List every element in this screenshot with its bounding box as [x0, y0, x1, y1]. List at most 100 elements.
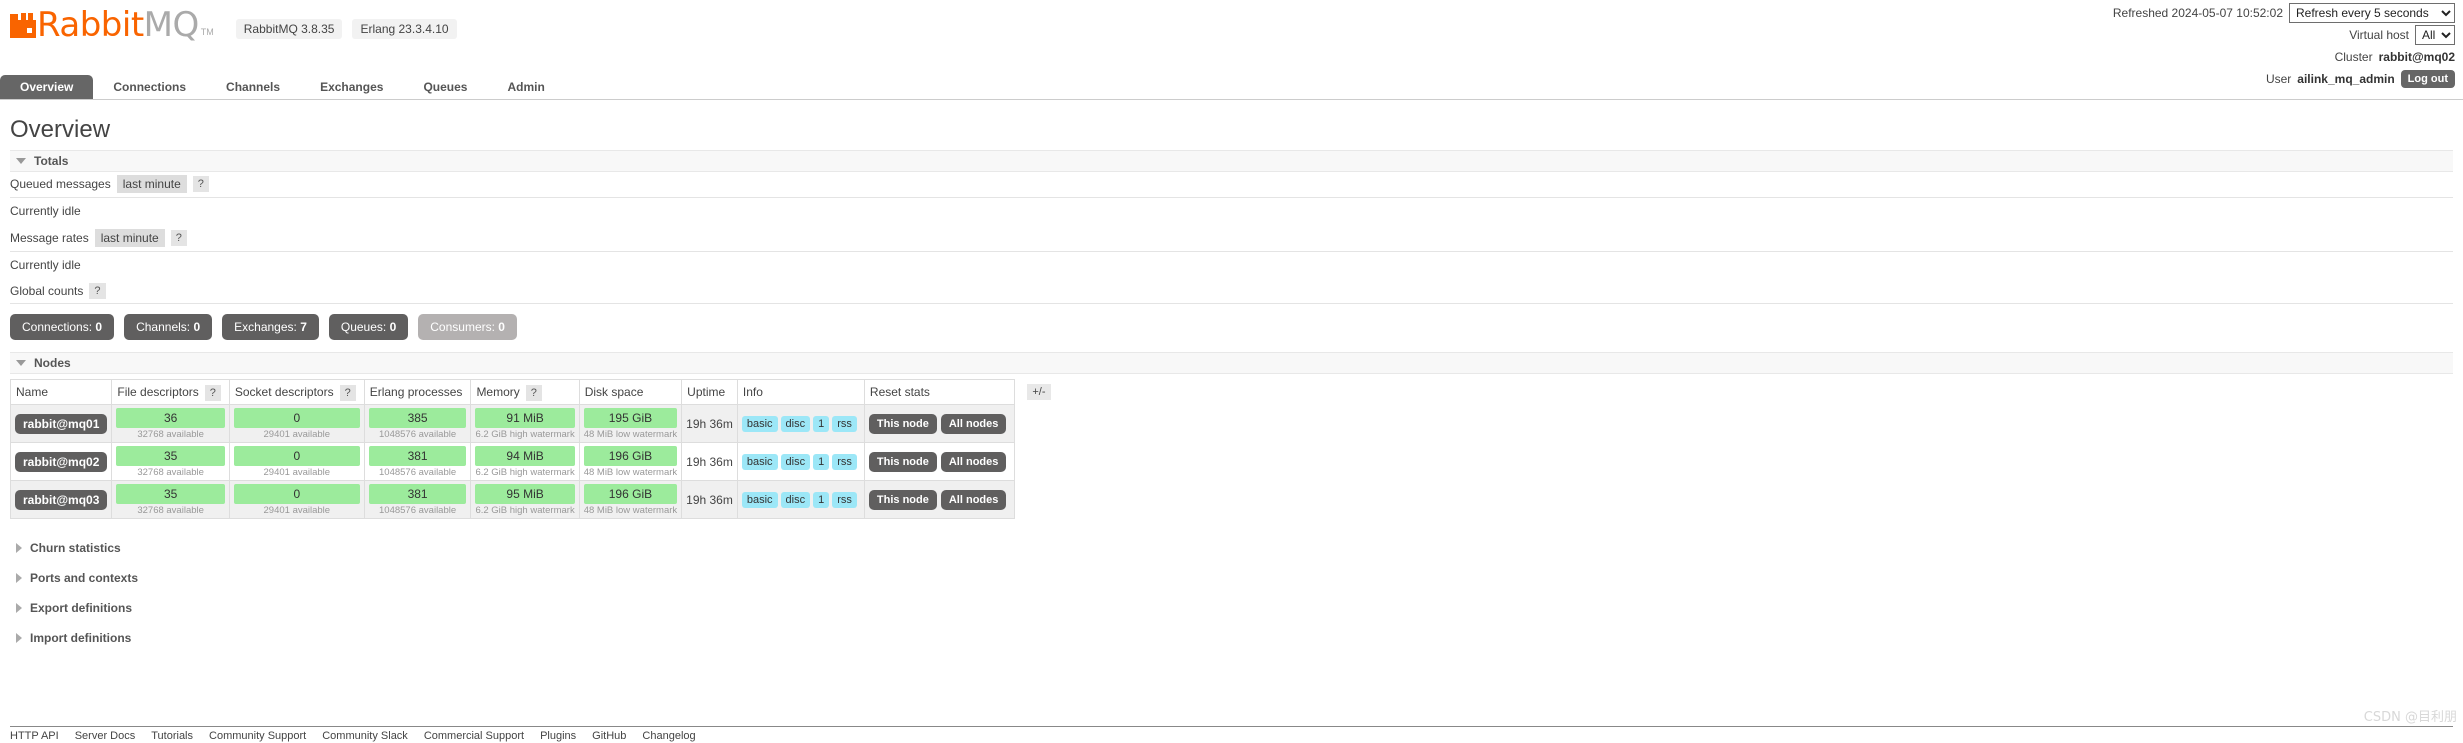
message-rates-period-chip[interactable]: last minute	[94, 229, 165, 247]
footer-link-server-docs[interactable]: Server Docs	[75, 730, 136, 742]
column-header-uptime[interactable]: Uptime	[681, 379, 738, 405]
info-chip-rss[interactable]: rss	[832, 454, 857, 470]
toggle-columns-header: +/-	[1015, 380, 1059, 405]
column-header-label: Uptime	[687, 384, 726, 399]
help-icon[interactable]: ?	[170, 230, 187, 246]
section-label: Export definitions	[30, 601, 132, 615]
info-chip-rss[interactable]: rss	[832, 416, 857, 432]
count-pill-connections[interactable]: Connections: 0	[10, 314, 115, 340]
info-chip-rss[interactable]: rss	[832, 492, 857, 508]
disk-space-note: 48 MiB low watermark	[583, 429, 678, 440]
tab-connections[interactable]: Connections	[93, 75, 206, 99]
column-header-memory[interactable]: Memory?	[470, 379, 580, 405]
help-icon[interactable]: ?	[204, 384, 221, 401]
node-name-link[interactable]: rabbit@mq03	[15, 490, 108, 510]
footer-link-plugins[interactable]: Plugins	[540, 730, 576, 742]
section-header-export-definitions[interactable]: Export definitions	[10, 593, 2453, 623]
column-header-info[interactable]: Info	[736, 379, 865, 405]
help-icon[interactable]: ?	[89, 283, 106, 299]
reset-stats-cell: This node All nodes	[863, 404, 1016, 443]
memory-cell: 94 MiB 6.2 GiB high watermark	[470, 442, 580, 481]
count-pill-channels[interactable]: Channels: 0	[124, 314, 213, 340]
section-header-churn-statistics[interactable]: Churn statistics	[10, 533, 2453, 563]
reset-this-node-button[interactable]: This node	[868, 490, 937, 510]
section-header-ports-and-contexts[interactable]: Ports and contexts	[10, 563, 2453, 593]
footer-link-community-slack[interactable]: Community Slack	[322, 730, 408, 742]
footer-link-github[interactable]: GitHub	[592, 730, 626, 742]
count-pill-consumers[interactable]: Consumers: 0	[418, 314, 517, 340]
info-chip-basic[interactable]: basic	[741, 454, 778, 470]
help-icon[interactable]: ?	[525, 384, 542, 401]
node-name-link[interactable]: rabbit@mq01	[15, 414, 108, 434]
erlang-version-badge: Erlang 23.3.4.10	[352, 19, 457, 39]
chevron-down-icon	[16, 360, 26, 366]
chevron-right-icon	[16, 633, 22, 643]
reset-all-nodes-button[interactable]: All nodes	[940, 490, 1007, 510]
info-chip-basic[interactable]: basic	[741, 416, 778, 432]
footer-link-changelog[interactable]: Changelog	[642, 730, 695, 742]
erlang-processes-note: 1048576 available	[379, 429, 457, 440]
info-chip-1[interactable]: 1	[813, 454, 830, 470]
section-label: Ports and contexts	[30, 571, 139, 585]
toggle-columns-button[interactable]: +/-	[1027, 383, 1051, 400]
erlang-processes-value: 381	[368, 484, 467, 504]
column-header-label: File descriptors	[117, 384, 199, 399]
tab-overview[interactable]: Overview	[0, 75, 94, 99]
tab-channels[interactable]: Channels	[206, 75, 300, 99]
uptime-cell: 19h 36m	[681, 404, 738, 443]
info-chip-1[interactable]: 1	[813, 416, 830, 432]
disk-space-value: 196 GiB	[583, 446, 678, 466]
footer-link-community-support[interactable]: Community Support	[209, 730, 306, 742]
erlang-processes-note: 1048576 available	[379, 505, 457, 516]
message-rates-status: Currently idle	[10, 258, 81, 272]
section-header-nodes[interactable]: Nodes	[10, 352, 2453, 374]
reset-this-node-button[interactable]: This node	[868, 414, 937, 434]
tab-exchanges[interactable]: Exchanges	[300, 75, 403, 99]
info-chip-basic[interactable]: basic	[741, 492, 778, 508]
memory-note: 6.2 GiB high watermark	[475, 467, 575, 478]
column-header-reset-stats[interactable]: Reset stats	[863, 379, 1016, 405]
page-title: Overview	[10, 116, 111, 143]
section-header-totals[interactable]: Totals	[10, 150, 2453, 172]
refresh-interval-select[interactable]: Refresh every 5 secondsRefresh every 10 …	[2289, 2, 2455, 23]
main-content: Overview Totals Queued messages last min…	[0, 116, 2463, 653]
info-cell: basic disc 1 rss	[736, 480, 865, 519]
node-name-cell: rabbit@mq01	[9, 404, 113, 443]
nodes-table-body: rabbit@mq01 36 32768 available 0 29401 avail…	[9, 404, 1060, 519]
footer-link-tutorials[interactable]: Tutorials	[151, 730, 193, 742]
column-header-disk-space[interactable]: Disk space	[578, 379, 683, 405]
file-descriptors-value: 35	[116, 484, 225, 504]
help-icon[interactable]: ?	[192, 176, 209, 192]
collapsed-sections: Churn statistics Ports and contexts Export…	[10, 533, 2453, 653]
count-pill-exchanges[interactable]: Exchanges: 7	[222, 314, 319, 340]
tab-admin[interactable]: Admin	[487, 75, 564, 99]
reset-all-nodes-button[interactable]: All nodes	[940, 414, 1007, 434]
disk-space-note: 48 MiB low watermark	[583, 505, 678, 516]
column-header-erlang-processes[interactable]: Erlang processes	[363, 379, 472, 405]
info-chip-disc[interactable]: disc	[780, 492, 811, 508]
count-pill-queues[interactable]: Queues: 0	[328, 314, 409, 340]
vhost-label: Virtual host	[2349, 27, 2409, 42]
info-chip-disc[interactable]: disc	[780, 416, 811, 432]
brand-logo[interactable]: Rabbit MQ TM RabbitMQ 3.8.35 Erlang 23.3.4…	[10, 8, 467, 42]
node-name-link[interactable]: rabbit@mq02	[15, 452, 108, 472]
column-header-file-descriptors[interactable]: File descriptors?	[111, 379, 230, 405]
tab-queues[interactable]: Queues	[403, 75, 487, 99]
info-chip-disc[interactable]: disc	[780, 454, 811, 470]
queued-messages-row: Queued messages last minute ?	[10, 172, 2453, 198]
section-header-import-definitions[interactable]: Import definitions	[10, 623, 2453, 653]
count-pill-value: 7	[300, 320, 307, 334]
column-header-name[interactable]: Name	[9, 379, 113, 405]
vhost-select[interactable]: All	[2415, 24, 2455, 45]
reset-all-nodes-button[interactable]: All nodes	[940, 452, 1007, 472]
count-pill-value: 0	[498, 320, 505, 334]
column-header-socket-descriptors[interactable]: Socket descriptors?	[228, 379, 365, 405]
help-icon[interactable]: ?	[339, 384, 356, 401]
footer-link-http-api[interactable]: HTTP API	[10, 730, 59, 742]
footer-link-commercial-support[interactable]: Commercial Support	[424, 730, 524, 742]
reset-this-node-button[interactable]: This node	[868, 452, 937, 472]
reset-stats-cell: This node All nodes	[863, 480, 1016, 519]
info-chip-1[interactable]: 1	[813, 492, 830, 508]
queued-messages-period-chip[interactable]: last minute	[116, 175, 187, 193]
memory-value: 95 MiB	[475, 484, 575, 504]
